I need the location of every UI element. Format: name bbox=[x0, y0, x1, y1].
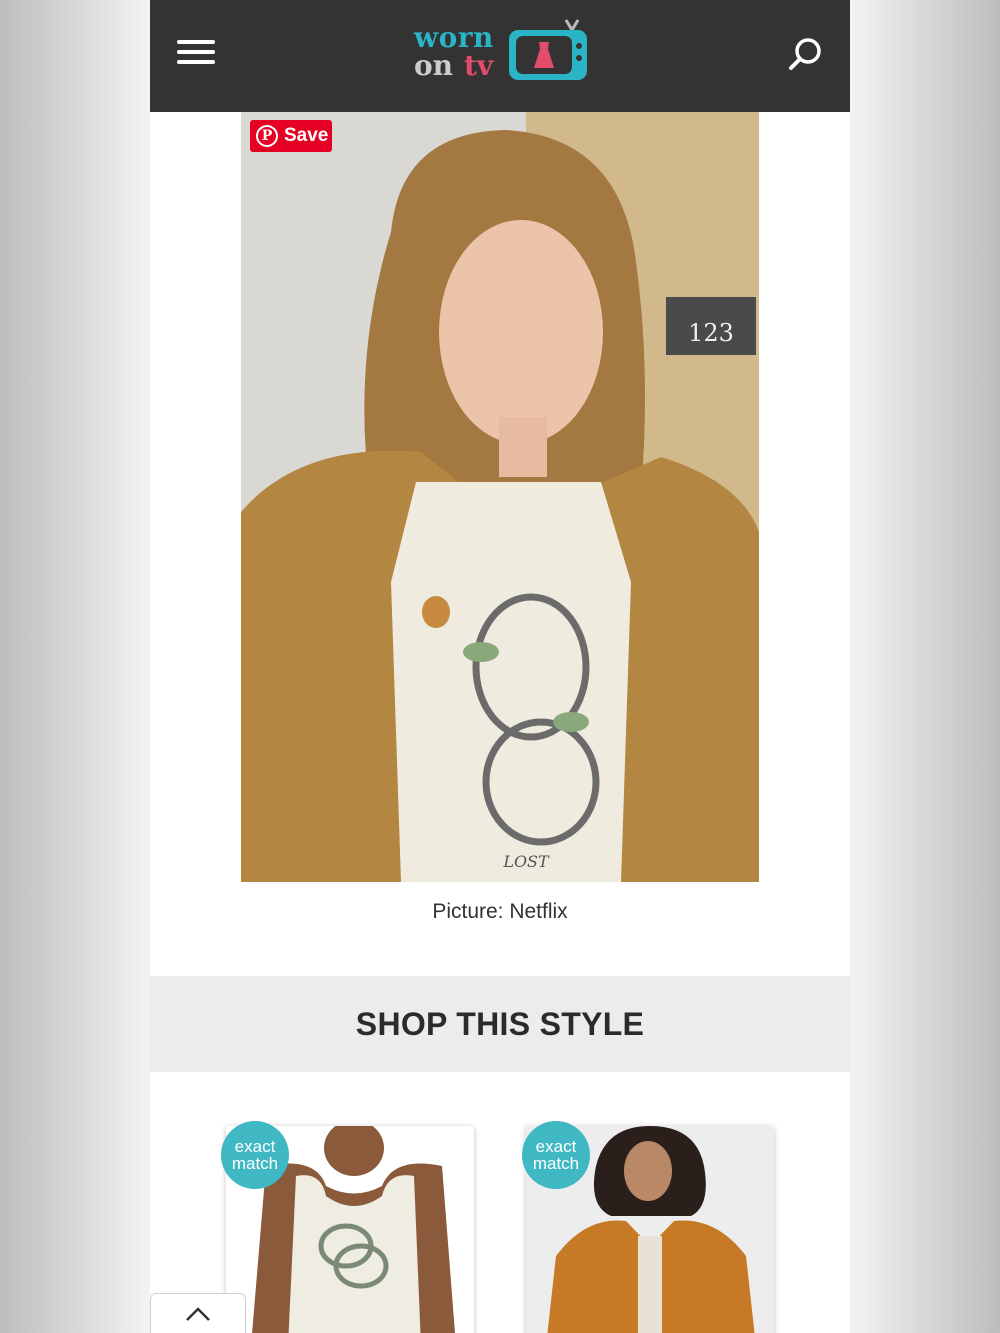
logo-text-tv: tv bbox=[464, 49, 494, 82]
badge-text: match bbox=[532, 1154, 580, 1173]
save-label: Save bbox=[284, 125, 329, 146]
logo-text-worn: worn bbox=[414, 21, 494, 54]
badge-text: exact bbox=[535, 1137, 577, 1156]
pinterest-save-button[interactable]: P Save bbox=[250, 120, 332, 152]
shop-section-header: SHOP THIS STYLE bbox=[150, 976, 850, 1072]
image-caption: Picture: Netflix bbox=[432, 900, 568, 923]
exact-match-badge: exact match bbox=[221, 1121, 289, 1189]
logo-text-on: on bbox=[414, 49, 454, 82]
pinterest-icon: P bbox=[256, 125, 278, 147]
badge-text: exact bbox=[234, 1137, 276, 1156]
exact-match-badge: exact match bbox=[522, 1121, 590, 1189]
tv-dress-icon bbox=[509, 19, 587, 80]
scroll-to-top-button[interactable] bbox=[150, 1293, 246, 1333]
svg-text:LOST: LOST bbox=[502, 852, 550, 871]
shop-title: SHOP THIS STYLE bbox=[355, 1006, 645, 1042]
hero-image: 123 LOST bbox=[241, 112, 759, 882]
page: worn on tv 123 LOST P Save Picture: Netf… bbox=[150, 0, 850, 1333]
svg-text:123: 123 bbox=[688, 319, 734, 347]
hamburger-menu-icon[interactable] bbox=[174, 36, 218, 70]
search-icon[interactable] bbox=[786, 34, 826, 74]
site-logo[interactable]: worn on tv bbox=[414, 16, 590, 88]
site-header: worn on tv bbox=[150, 0, 850, 112]
badge-text: match bbox=[231, 1154, 279, 1173]
chevron-up-icon bbox=[186, 1307, 210, 1321]
